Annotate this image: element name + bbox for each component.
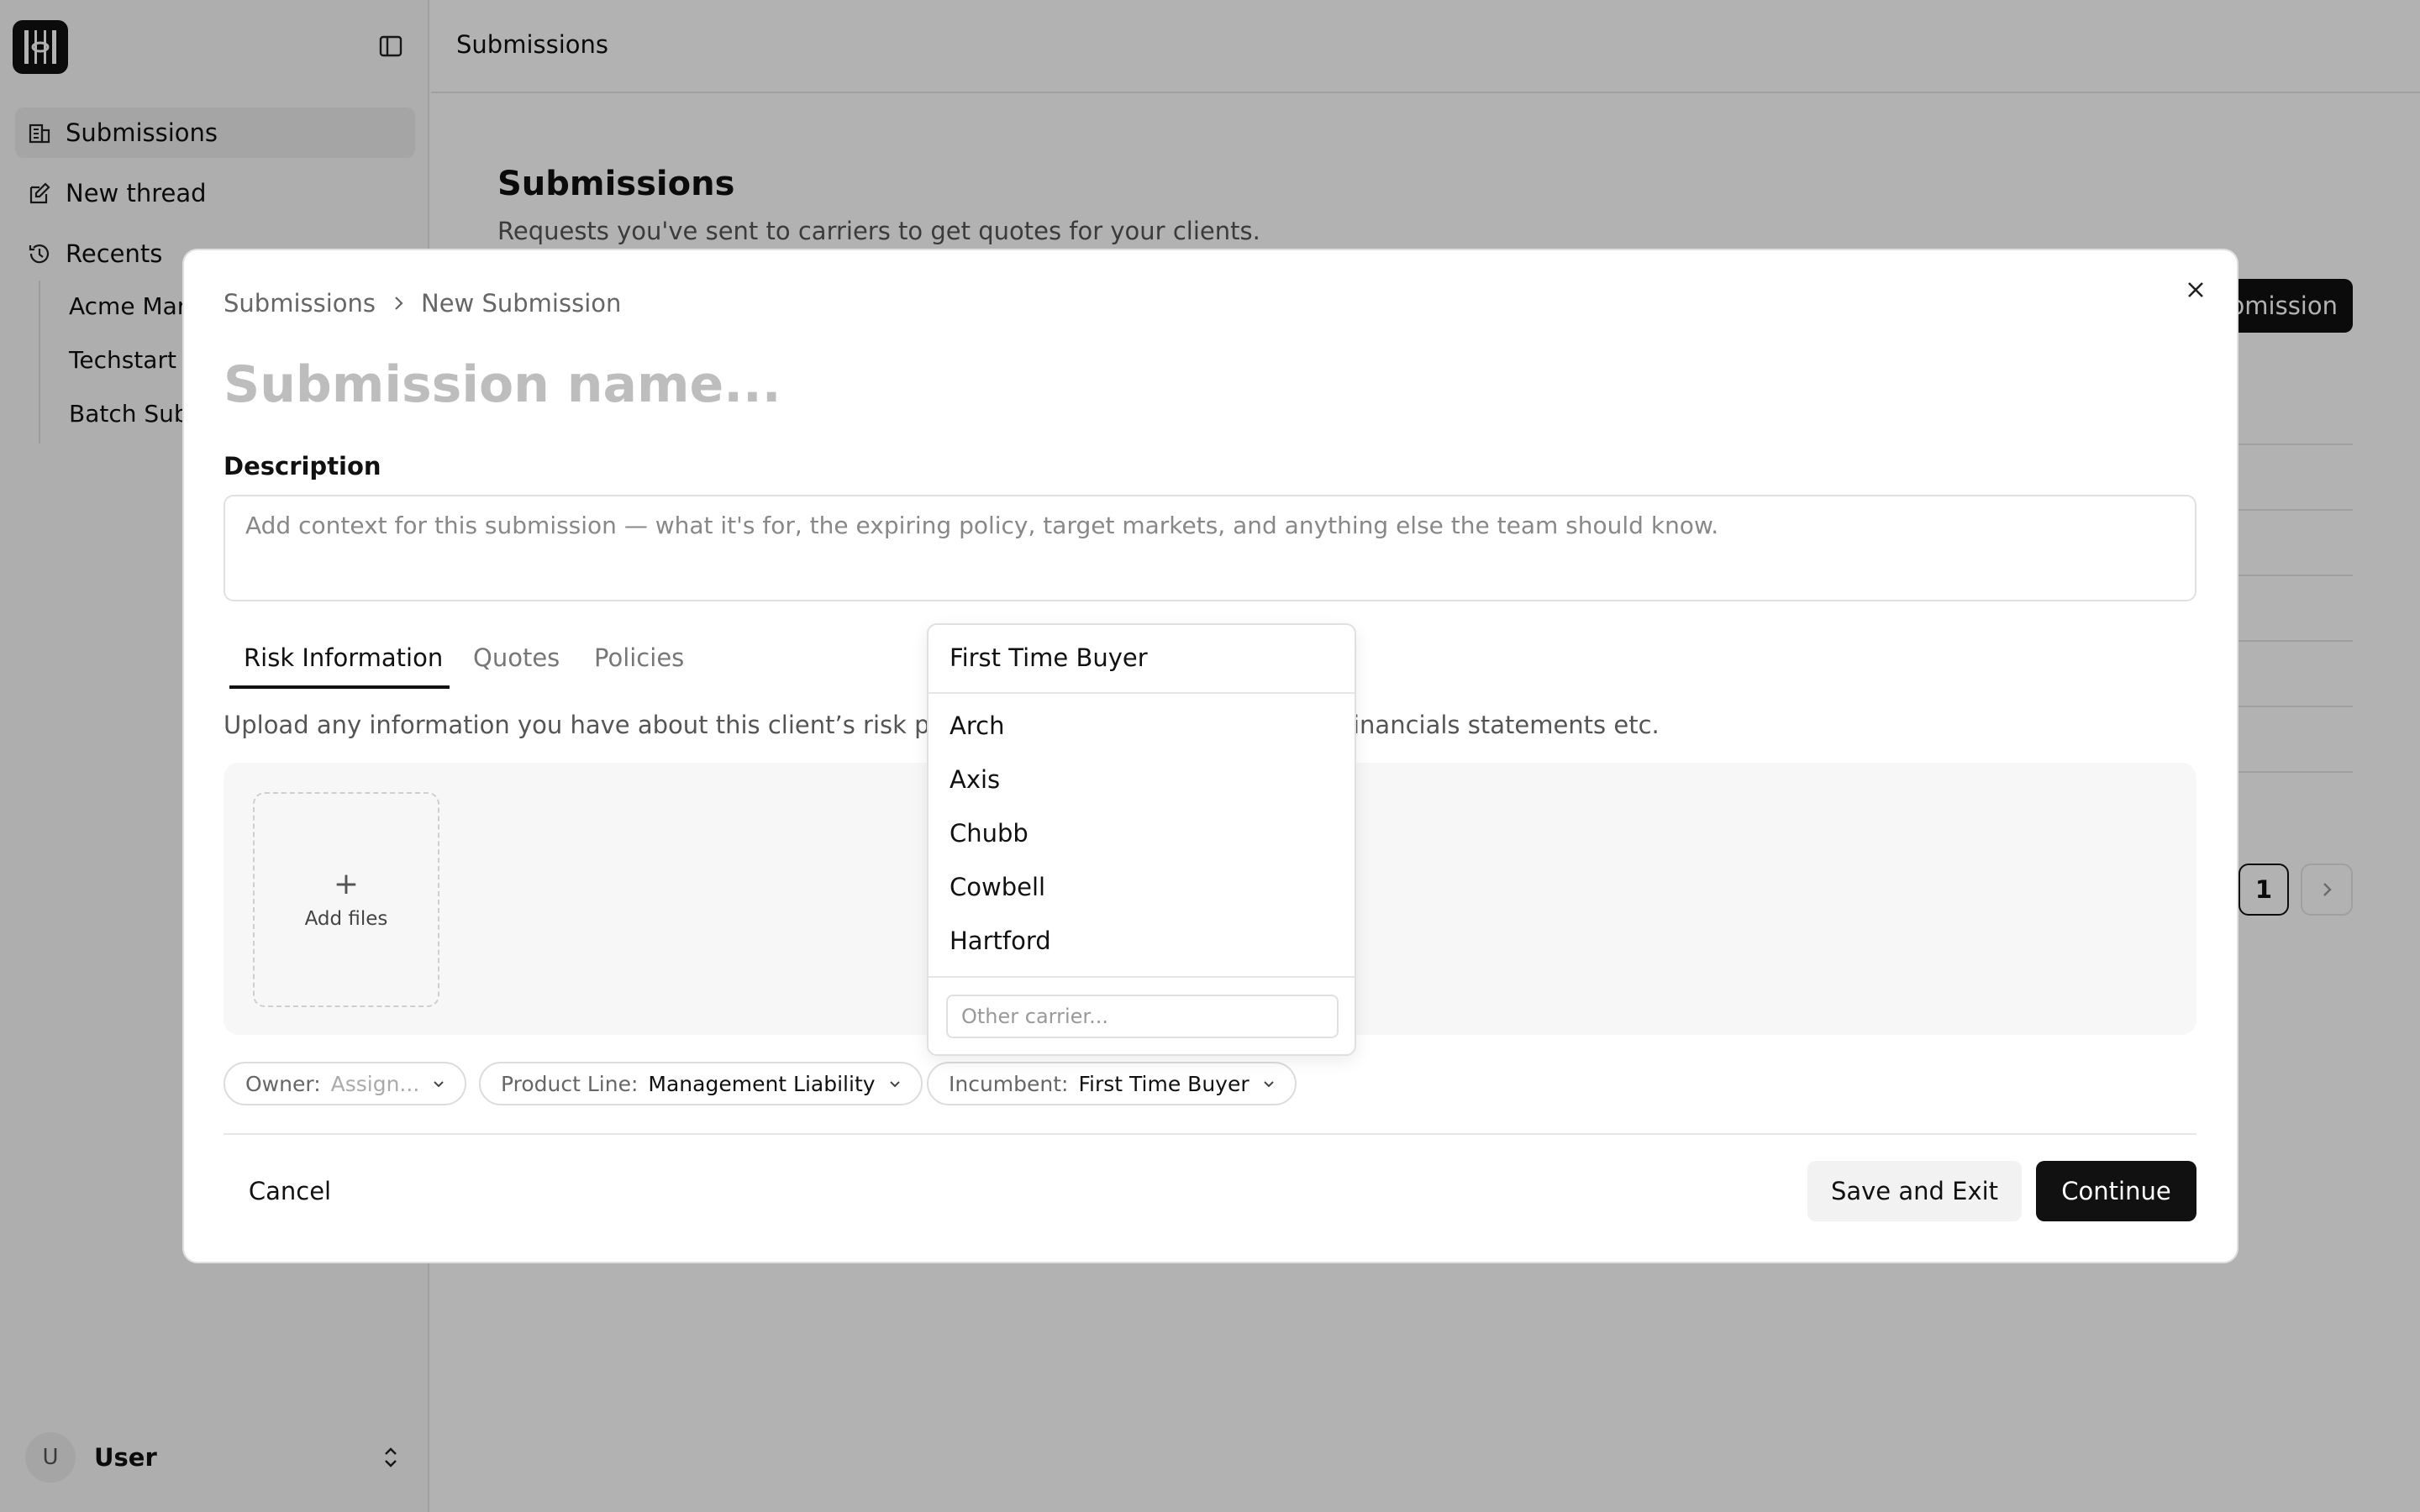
- add-files-label: Add files: [304, 908, 388, 930]
- breadcrumb-item-submissions[interactable]: Submissions: [224, 289, 376, 318]
- incumbent-dropdown: First Time Buyer Arch Axis Chubb Cowbell…: [927, 623, 1356, 1056]
- breadcrumb-item-current: New Submission: [421, 289, 622, 318]
- tab-quotes[interactable]: Quotes: [473, 643, 560, 672]
- incumbent-value: First Time Buyer: [1078, 1071, 1249, 1096]
- save-and-exit-button[interactable]: Save and Exit: [1807, 1161, 2022, 1221]
- tab-risk-information[interactable]: Risk Information: [244, 643, 443, 672]
- close-icon[interactable]: [2183, 277, 2208, 302]
- chevron-right-icon: [395, 297, 403, 310]
- tab-policies[interactable]: Policies: [594, 643, 684, 672]
- product-line-select[interactable]: Product Line: Management Liability: [479, 1062, 923, 1105]
- chevron-down-icon: [1263, 1081, 1274, 1088]
- dropdown-divider: [929, 976, 1355, 978]
- upload-hint-text-continued: inancials statements etc.: [1353, 711, 1660, 739]
- dropdown-divider: [929, 692, 1355, 694]
- incumbent-label: Incumbent:: [949, 1071, 1069, 1096]
- dropdown-option[interactable]: Chubb: [950, 819, 1028, 848]
- dropdown-selected-option[interactable]: First Time Buyer: [950, 643, 1148, 672]
- dropdown-option[interactable]: Hartford: [950, 927, 1051, 955]
- chevron-down-icon: [889, 1081, 900, 1088]
- owner-label: Owner:: [245, 1071, 321, 1096]
- owner-select[interactable]: Owner: Assign...: [224, 1062, 467, 1105]
- description-label: Description: [224, 452, 381, 480]
- submission-name-input[interactable]: [224, 351, 1232, 418]
- breadcrumb: Submissions New Submission: [224, 289, 621, 318]
- description-field[interactable]: [224, 495, 2196, 601]
- incumbent-select[interactable]: Incumbent: First Time Buyer: [927, 1062, 1297, 1105]
- active-tab-indicator: [229, 685, 450, 689]
- product-line-label: Product Line:: [501, 1071, 639, 1096]
- plus-icon: +: [333, 867, 360, 901]
- dropdown-option[interactable]: Arch: [950, 711, 1004, 740]
- other-carrier-input[interactable]: [946, 995, 1339, 1038]
- continue-button[interactable]: Continue: [2036, 1161, 2196, 1221]
- modal-footer-divider: [224, 1133, 2196, 1135]
- cancel-button[interactable]: Cancel: [224, 1161, 356, 1221]
- dropdown-option[interactable]: Cowbell: [950, 873, 1045, 901]
- add-files-button[interactable]: + Add files: [253, 792, 439, 1007]
- product-line-value: Management Liability: [648, 1071, 876, 1096]
- chevron-down-icon: [434, 1081, 444, 1088]
- upload-hint-text: Upload any information you have about th…: [224, 711, 955, 739]
- owner-value: Assign...: [330, 1071, 420, 1096]
- dropdown-option[interactable]: Axis: [950, 765, 1000, 794]
